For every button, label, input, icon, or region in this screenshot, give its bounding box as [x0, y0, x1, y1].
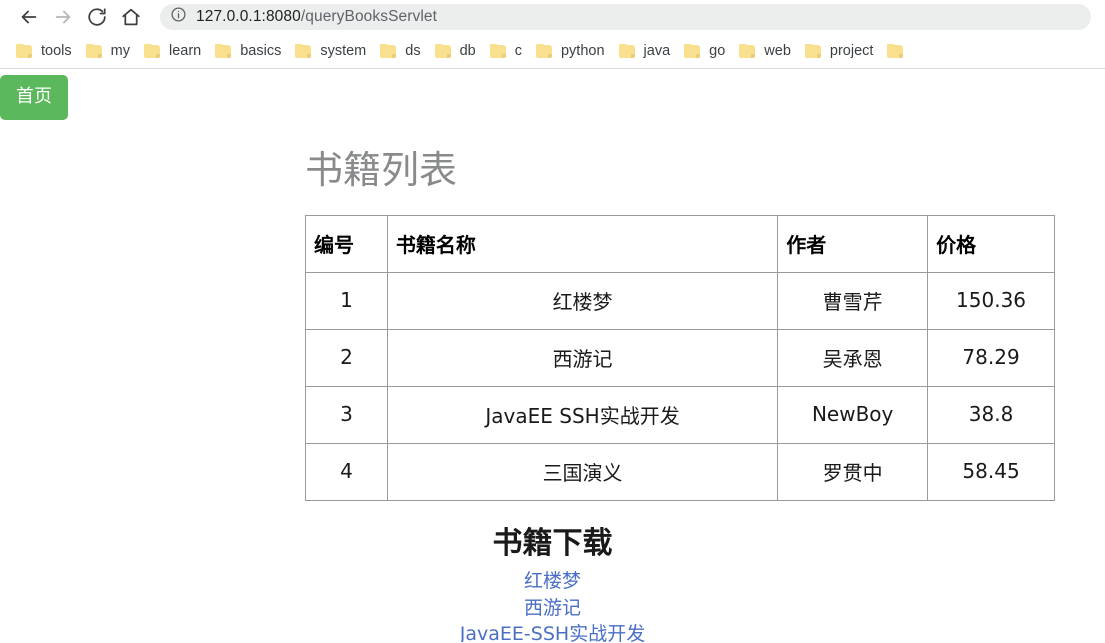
cell-price: 58.45 — [927, 442, 1055, 501]
bookmark-tools[interactable]: tools — [10, 41, 80, 62]
bookmark-label: tools — [41, 42, 72, 59]
reload-icon — [86, 6, 108, 28]
books-table: 编号 书籍名称 作者 价格 1 红楼梦 曹雪芹 150.36 2 西游记 吴承恩… — [305, 214, 1055, 501]
bookmark-label: project — [829, 42, 874, 59]
cell-price: 38.8 — [927, 385, 1055, 444]
folder-icon — [489, 44, 506, 58]
cell-name: 红楼梦 — [386, 271, 779, 330]
home-icon — [120, 6, 142, 28]
home-nav-button[interactable] — [114, 0, 148, 34]
bookmark-python[interactable]: python — [530, 41, 613, 62]
cell-price: 78.29 — [927, 328, 1055, 387]
bookmark-label: java — [643, 42, 671, 59]
column-header-name: 书籍名称 — [386, 214, 779, 273]
back-button[interactable] — [12, 0, 46, 34]
table-row: 3 JavaEE SSH实战开发 NewBoy 38.8 — [305, 385, 1055, 444]
folder-icon — [16, 44, 32, 58]
download-link[interactable]: 西游记 — [0, 595, 1105, 621]
cell-price: 150.36 — [927, 271, 1055, 330]
folder-icon — [804, 44, 821, 58]
bookmark-java[interactable]: java — [613, 41, 679, 62]
bookmark-ds[interactable]: ds — [374, 41, 428, 62]
column-header-author: 作者 — [777, 214, 929, 273]
url-text: 127.0.0.1:8080/queryBooksServlet — [196, 8, 437, 26]
cell-author: 曹雪芹 — [777, 271, 929, 330]
cell-id: 4 — [305, 442, 388, 501]
bookmark-label: learn — [168, 42, 202, 59]
folder-icon — [887, 44, 904, 58]
download-link[interactable]: JavaEE-SSH实战开发 — [0, 621, 1105, 642]
folder-icon — [143, 44, 160, 58]
bookmark-basics[interactable]: basics — [209, 41, 289, 62]
page-title: 书籍列表 — [305, 148, 458, 192]
bookmark-label: ds — [405, 42, 421, 59]
bookmark-learn[interactable]: learn — [138, 41, 209, 62]
folder-icon — [535, 44, 552, 58]
home-page-button[interactable]: 首页 — [0, 75, 68, 120]
address-bar[interactable]: 127.0.0.1:8080/queryBooksServlet — [160, 4, 1091, 30]
bookmark-label: basics — [240, 42, 282, 59]
folder-icon — [618, 44, 635, 58]
cell-id: 1 — [305, 271, 388, 330]
bookmark-go[interactable]: go — [678, 41, 733, 62]
bookmark-label: c — [514, 42, 522, 59]
bookmark-system[interactable]: system — [289, 41, 374, 62]
url-path: /queryBooksServlet — [300, 8, 438, 25]
arrow-left-icon — [18, 6, 40, 28]
column-header-price: 价格 — [927, 214, 1055, 273]
bookmark-label: web — [764, 42, 791, 59]
cell-id: 3 — [305, 385, 388, 444]
cell-name: JavaEE SSH实战开发 — [386, 385, 779, 444]
bookmark-label: system — [320, 42, 367, 59]
cell-name: 三国演义 — [386, 442, 779, 501]
bookmark-label: my — [110, 42, 130, 59]
bookmark-web[interactable]: web — [733, 41, 799, 62]
reload-button[interactable] — [80, 0, 114, 34]
download-links-list: 红楼梦 西游记 JavaEE-SSH实战开发 三国演义 — [0, 568, 1105, 642]
bookmark-label: db — [459, 42, 476, 59]
folder-icon — [295, 44, 312, 58]
folder-icon — [215, 44, 232, 58]
info-circle-icon[interactable] — [170, 6, 187, 28]
bookmark-db[interactable]: db — [429, 41, 484, 62]
folder-icon — [684, 44, 701, 58]
browser-chrome: 127.0.0.1:8080/queryBooksServlet tools m… — [0, 0, 1105, 69]
bookmarks-bar: tools my learn basics system ds db c pyt… — [0, 34, 1105, 69]
folder-icon — [85, 44, 102, 58]
folder-icon — [380, 44, 397, 58]
download-link[interactable]: 红楼梦 — [0, 568, 1105, 594]
table-row: 1 红楼梦 曹雪芹 150.36 — [305, 271, 1055, 330]
cell-id: 2 — [305, 328, 388, 387]
bookmark-my[interactable]: my — [80, 41, 138, 62]
table-row: 4 三国演义 罗贯中 58.45 — [305, 442, 1055, 501]
forward-button[interactable] — [46, 0, 80, 34]
url-host: 127.0.0.1:8080 — [196, 8, 301, 25]
cell-author: 罗贯中 — [777, 442, 929, 501]
table-row: 2 西游记 吴承恩 78.29 — [305, 328, 1055, 387]
cell-name: 西游记 — [386, 328, 779, 387]
bookmark-label: python — [560, 42, 605, 59]
cell-author: NewBoy — [777, 385, 929, 444]
download-section: 书籍下载 红楼梦 西游记 JavaEE-SSH实战开发 三国演义 — [0, 525, 1105, 642]
folder-icon — [434, 44, 451, 58]
bookmark-label: go — [709, 42, 726, 59]
bookmark-c[interactable]: c — [484, 41, 530, 62]
column-header-id: 编号 — [305, 214, 388, 273]
folder-icon — [739, 44, 756, 58]
page-content: 首页 书籍列表 编号 书籍名称 作者 价格 1 红楼梦 曹雪芹 150.36 2… — [0, 69, 1105, 642]
download-section-title: 书籍下载 — [492, 525, 613, 561]
cell-author: 吴承恩 — [777, 328, 929, 387]
table-header-row: 编号 书籍名称 作者 价格 — [305, 214, 1055, 273]
browser-toolbar: 127.0.0.1:8080/queryBooksServlet — [0, 0, 1105, 34]
bookmark-overflow-clipped[interactable] — [881, 41, 912, 61]
bookmark-project[interactable]: project — [799, 41, 882, 62]
arrow-right-icon — [52, 6, 74, 28]
